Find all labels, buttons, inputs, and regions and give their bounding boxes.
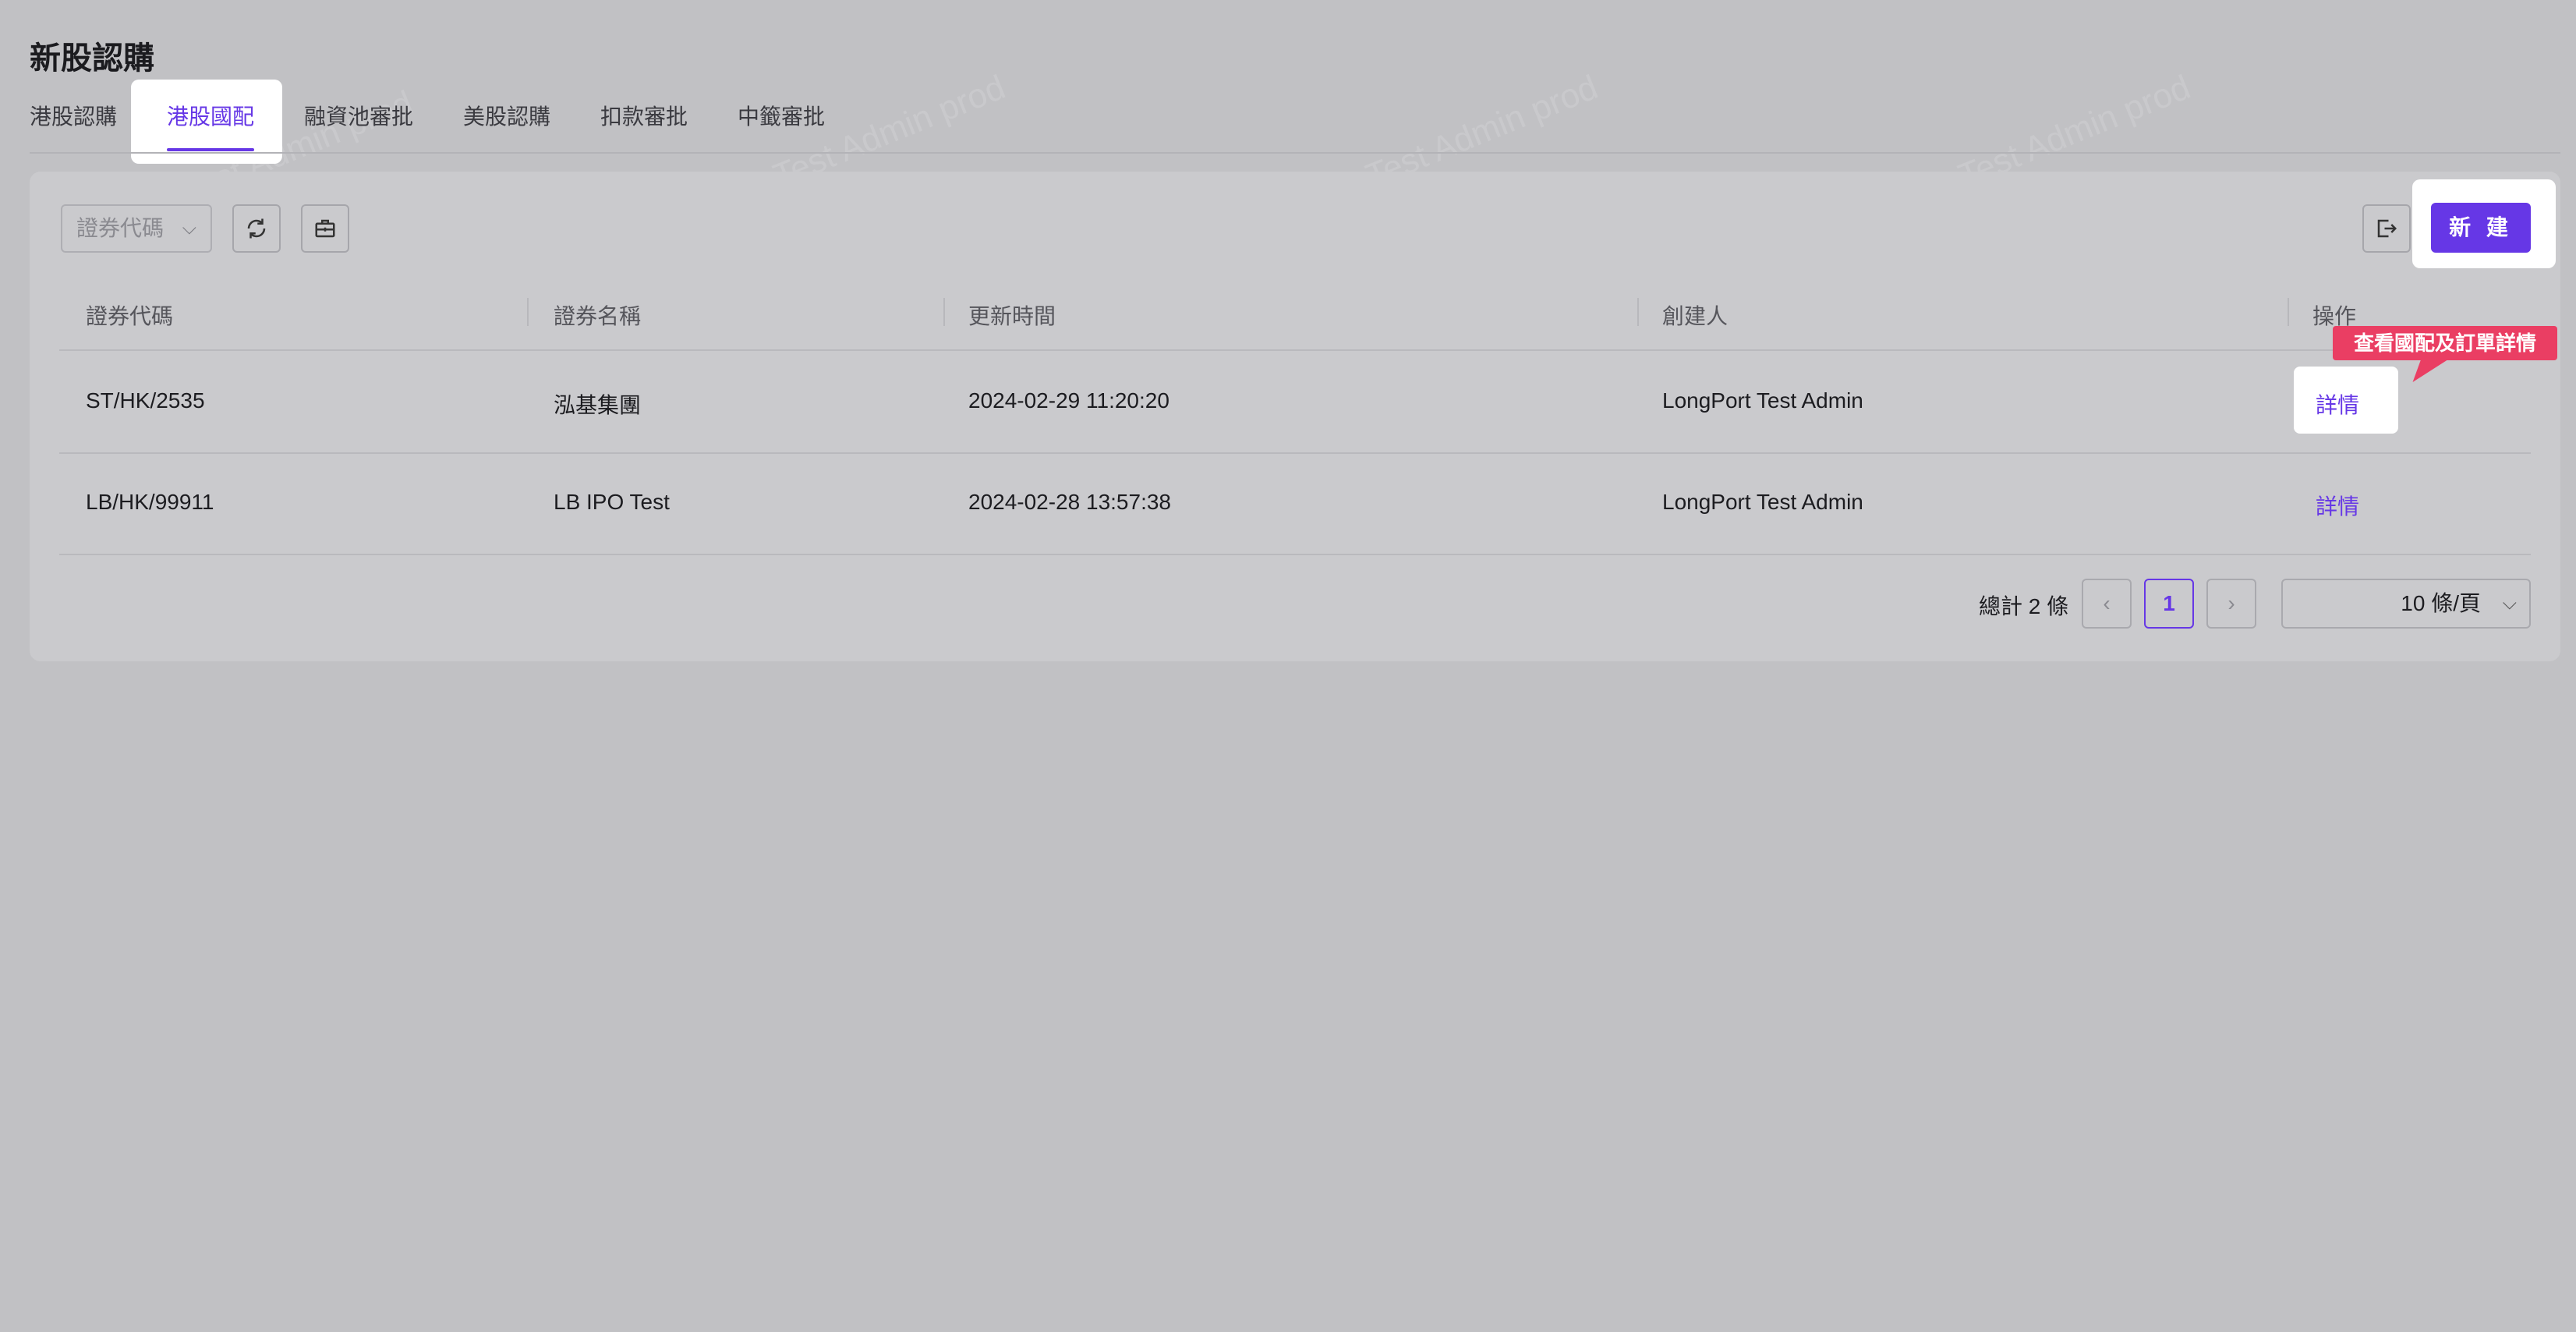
detail-link[interactable]: 詳情 (2316, 388, 2359, 420)
column-header-code: 證券代碼 (86, 304, 174, 328)
column-header-creator: 創建人 (1662, 304, 1729, 328)
tab-deduction-approval[interactable]: 扣款審批 (600, 101, 688, 133)
prev-page-button[interactable]: ‹ (2082, 579, 2132, 629)
detail-link[interactable]: 詳情 (2316, 490, 2359, 521)
cell-updated: 2024-02-28 13:57:38 (968, 490, 1171, 514)
select-placeholder: 證券代碼 (76, 216, 165, 240)
refresh-icon (247, 218, 266, 239)
export-button[interactable] (2362, 204, 2411, 253)
export-icon (2377, 219, 2397, 238)
toolbox-icon (315, 219, 335, 238)
column-header-name: 證券名稱 (554, 304, 642, 328)
column-divider (2288, 298, 2289, 326)
row-divider (59, 452, 2531, 454)
page-1-button[interactable]: 1 (2144, 579, 2194, 629)
column-divider (527, 298, 529, 326)
cell-creator: LongPort Test Admin (1662, 388, 1863, 413)
security-code-select[interactable]: 證券代碼 ⌵ (61, 204, 212, 253)
tab-financing-pool-approval[interactable]: 融資池審批 (304, 101, 413, 133)
refresh-button[interactable] (232, 204, 281, 253)
cell-name: 泓基集團 (554, 393, 642, 417)
column-divider (943, 298, 945, 326)
cell-name: LB IPO Test (554, 490, 670, 514)
cell-creator: LongPort Test Admin (1662, 490, 1863, 514)
tab-hk-subscription[interactable]: 港股認購 (30, 101, 117, 133)
tabs-divider (30, 152, 2560, 154)
table-header-divider (59, 349, 2531, 351)
next-page-button[interactable]: › (2206, 579, 2256, 629)
annotation-tooltip: 查看國配及訂單詳情 (2333, 326, 2557, 360)
column-divider (1637, 298, 1639, 326)
cell-code: ST/HK/2535 (86, 388, 205, 413)
page-size-label: 10 條/頁 (2401, 591, 2481, 615)
new-button[interactable]: 新 建 (2431, 203, 2531, 253)
page-size-select[interactable]: 10 條/頁 ⌵ (2281, 579, 2531, 629)
column-header-updated: 更新時間 (968, 304, 1056, 328)
tab-us-subscription[interactable]: 美股認購 (463, 101, 550, 133)
tab-allotment-approval[interactable]: 中籤審批 (738, 101, 825, 133)
pagination-total: 總計 2 條 (1979, 594, 2069, 618)
toolbox-button[interactable] (301, 204, 349, 253)
active-tab-indicator (167, 148, 254, 151)
cell-code: LB/HK/99911 (86, 490, 214, 514)
cell-updated: 2024-02-29 11:20:20 (968, 388, 1169, 413)
tab-hk-placing[interactable]: 港股國配 (167, 101, 254, 133)
row-divider (59, 554, 2531, 555)
chevron-down-icon: ⌵ (182, 218, 196, 239)
chevron-down-icon: ⌵ (2502, 593, 2517, 614)
page-title: 新股認購 (30, 41, 154, 76)
